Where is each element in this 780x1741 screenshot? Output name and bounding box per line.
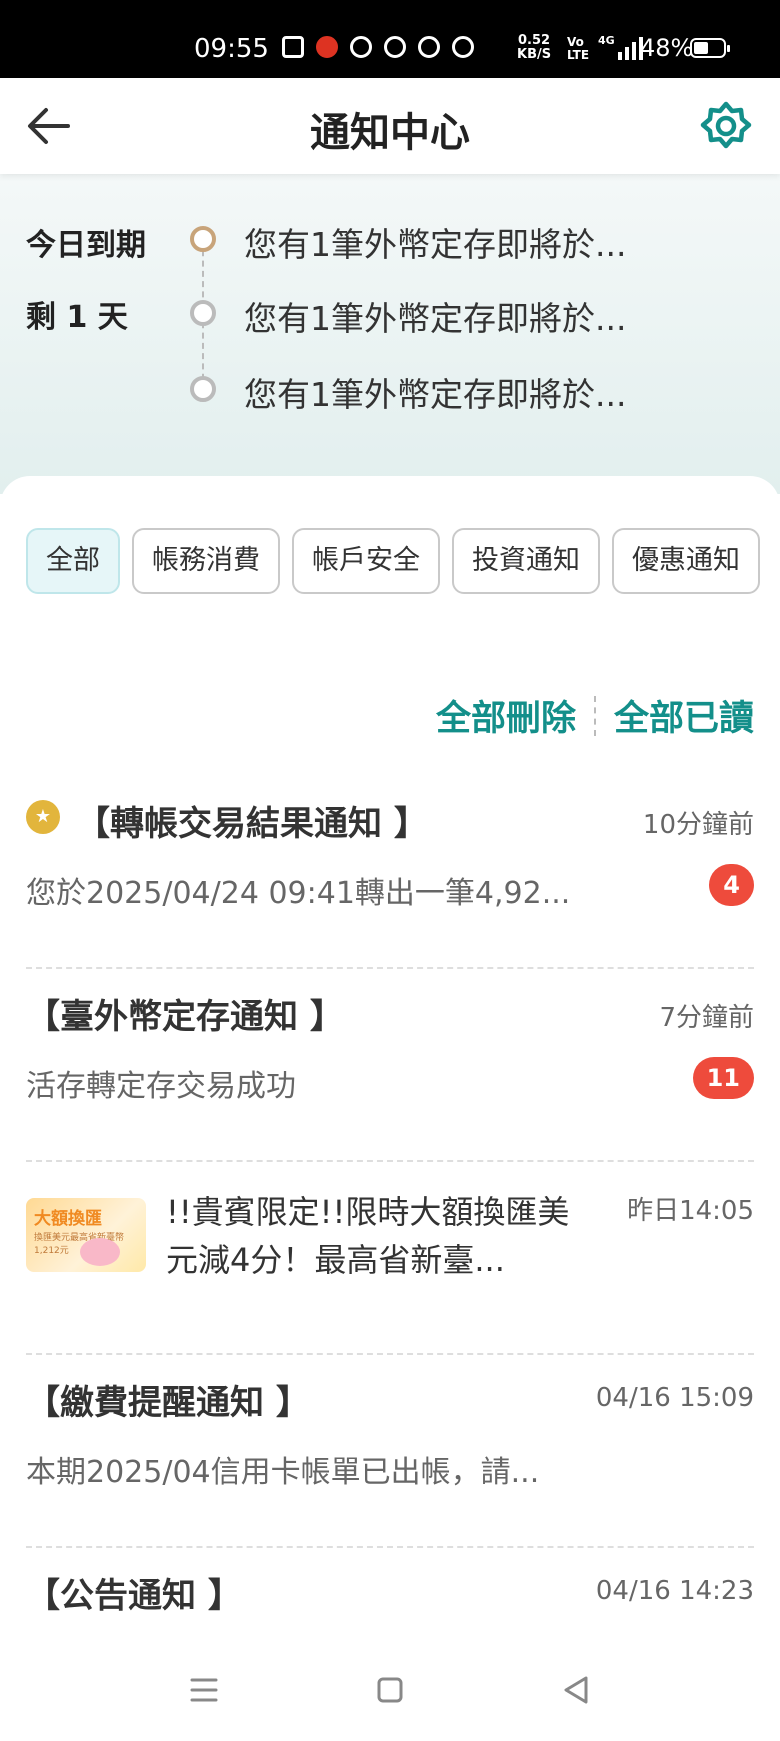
category-tabs: 全部 帳務消費 帳戶安全 投資通知 優惠通知 — [26, 528, 760, 594]
battery-icon — [690, 38, 730, 58]
menu-icon — [190, 1678, 218, 1702]
notification-time: 04/16 15:09 — [595, 1383, 754, 1413]
notification-title: 【公告通知 】 — [26, 1576, 242, 1616]
unread-badge: 4 — [709, 864, 754, 906]
net-speed-value: 0.52 — [518, 33, 551, 48]
notification-body: 您於2025/04/24 09:41轉出一筆4,92... — [26, 876, 571, 911]
expiry-item[interactable]: 您有1筆外幣定存即將於... — [244, 292, 626, 340]
promo-thumbnail: 大額換匯 換匯美元最高省新臺幣1,212元 — [26, 1198, 146, 1272]
delete-all-button[interactable]: 全部刪除 — [436, 690, 576, 741]
recent-apps-button[interactable] — [184, 1670, 224, 1710]
volte-indicator: Vo LTE — [567, 36, 589, 62]
notification-title: 【臺外幣定存通知 】 — [26, 997, 344, 1037]
alarm-icon — [384, 36, 406, 58]
timeline-dot — [190, 376, 216, 402]
tab-promotions[interactable]: 優惠通知 — [612, 528, 760, 594]
shield-icon — [452, 36, 474, 58]
page-title: 通知中心 — [310, 110, 470, 156]
timeline-dot-active — [190, 226, 216, 252]
system-nav-bar — [0, 1652, 780, 1733]
pin-icon: ★ — [26, 800, 60, 834]
expiry-item[interactable]: 您有1筆外幣定存即將於... — [244, 218, 626, 266]
gear-icon — [700, 101, 752, 149]
promo-notification-item[interactable]: 大額換匯 換匯美元最高省新臺幣1,212元 !!貴賓限定!!限時大額換匯美元減4… — [26, 1162, 754, 1355]
notification-title: 【轉帳交易結果通知 】 — [76, 804, 428, 844]
tab-billing[interactable]: 帳務消費 — [132, 528, 280, 594]
signal-strength-icon: 4G — [598, 34, 643, 60]
expiry-item[interactable]: 您有1筆外幣定存即將於... — [244, 368, 626, 416]
net-speed-unit: KB/S — [517, 47, 552, 62]
back-triangle-icon — [564, 1676, 588, 1704]
status-time: 09:55 — [194, 34, 269, 64]
system-back-button[interactable] — [556, 1670, 596, 1710]
signal-type: 4G — [598, 34, 615, 47]
bulk-actions: 全部刪除 全部已讀 — [436, 690, 754, 741]
notification-sheet: 全部 帳務消費 帳戶安全 投資通知 優惠通知 全部刪除 全部已讀 ★ 【轉帳交易… — [0, 476, 780, 1656]
home-button[interactable] — [370, 1670, 410, 1710]
notification-title: !!貴賓限定!!限時大額換匯美元減4分！最高省新臺... — [166, 1193, 570, 1279]
expiry-label-1day: 剩 1 天 — [26, 300, 128, 335]
tab-account-security[interactable]: 帳戶安全 — [292, 528, 440, 594]
notification-time: 04/16 14:23 — [595, 1576, 754, 1606]
expiry-label-today: 今日到期 — [26, 228, 146, 263]
settings-button[interactable] — [698, 98, 754, 154]
action-divider — [593, 695, 596, 736]
timeline-dot — [190, 300, 216, 326]
app-header: 通知中心 — [0, 78, 780, 174]
battery-percent: 48% — [640, 34, 694, 62]
notification-icons — [282, 36, 474, 58]
leaf-icon — [350, 36, 372, 58]
piggy-bank-icon — [80, 1238, 120, 1266]
network-speed: 0.52 KB/S — [517, 34, 551, 62]
app-badge-icon — [316, 36, 338, 58]
notification-time: 7分鐘前 — [659, 1003, 754, 1033]
fan-icon — [418, 36, 440, 58]
notification-list: ★ 【轉帳交易結果通知 】 10分鐘前 您於2025/04/24 09:41轉出… — [26, 776, 754, 1741]
notification-time: 昨日14:05 — [627, 1196, 754, 1226]
notification-title: 【繳費提醒通知 】 — [26, 1383, 310, 1423]
tab-all[interactable]: 全部 — [26, 528, 120, 594]
notification-body: 活存轉定存交易成功 — [26, 1069, 296, 1104]
notification-body: 本期2025/04信用卡帳單已出帳，請... — [26, 1455, 540, 1490]
mark-all-read-button[interactable]: 全部已讀 — [614, 690, 754, 741]
unread-badge: 11 — [692, 1057, 754, 1099]
notification-item[interactable]: 【臺外幣定存通知 】 7分鐘前 活存轉定存交易成功 11 — [26, 969, 754, 1162]
status-bar: 09:55 0.52 KB/S Vo LTE 4G 48% — [0, 0, 780, 78]
thumb-title: 大額換匯 — [34, 1209, 102, 1229]
shopping-bag-icon — [282, 36, 304, 58]
notification-time: 10分鐘前 — [642, 810, 754, 840]
tab-investment[interactable]: 投資通知 — [452, 528, 600, 594]
notification-item[interactable]: ★ 【轉帳交易結果通知 】 10分鐘前 您於2025/04/24 09:41轉出… — [26, 776, 754, 969]
volte-bottom: LTE — [567, 48, 590, 62]
expiry-panel: 今日到期 剩 1 天 您有1筆外幣定存即將於... 您有1筆外幣定存即將於...… — [0, 174, 780, 494]
home-icon — [377, 1677, 403, 1703]
notification-item[interactable]: 【繳費提醒通知 】 04/16 15:09 本期2025/04信用卡帳單已出帳，… — [26, 1355, 754, 1548]
